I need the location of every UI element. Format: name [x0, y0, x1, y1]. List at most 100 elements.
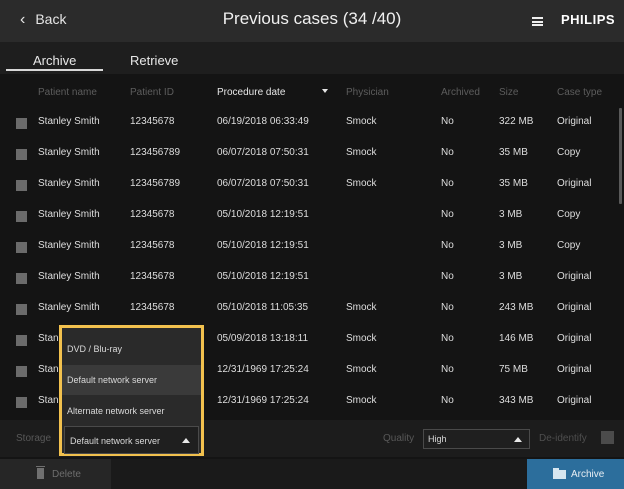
sort-descending-icon[interactable] — [322, 89, 328, 93]
cell-physician: Smock — [346, 364, 377, 375]
storage-option-dvd[interactable]: DVD / Blu-ray — [62, 334, 201, 364]
table-row[interactable]: Stanley Smith 123456789 06/07/2018 07:50:3… — [0, 170, 624, 201]
cell-case-type: Original — [557, 178, 592, 189]
row-checkbox[interactable] — [16, 335, 27, 346]
row-checkbox[interactable] — [16, 397, 27, 408]
cell-physician: Smock — [346, 178, 377, 189]
cell-physician: Smock — [346, 147, 377, 158]
cell-archived: No — [441, 302, 454, 313]
row-checkbox[interactable] — [16, 149, 27, 160]
cell-archived: No — [441, 178, 454, 189]
table-row[interactable]: Stanley Smith 12345678 06/19/2018 06:33:49… — [0, 108, 624, 139]
storage-dropdown: DVD / Blu-ray Default network server Alt… — [59, 325, 204, 456]
deidentify-checkbox[interactable] — [601, 431, 614, 444]
cell-patient-name: Stanley Smith — [38, 271, 100, 282]
folder-icon — [553, 468, 566, 479]
cell-size: 3 MB — [499, 271, 523, 282]
column-patient-id[interactable]: Patient ID — [130, 87, 174, 98]
cell-procedure-date: 05/10/2018 11:05:35 — [217, 302, 309, 313]
table-scrollbar[interactable] — [619, 108, 622, 204]
quality-label: Quality — [383, 433, 415, 444]
storage-select[interactable]: Default network server — [64, 426, 199, 454]
cell-archived: No — [441, 364, 454, 375]
cell-patient-id: 12345678 — [130, 209, 175, 220]
row-checkbox[interactable] — [16, 273, 27, 284]
cell-procedure-date: 06/07/2018 07:50:31 — [217, 147, 309, 158]
cell-size: 35 MB — [499, 147, 528, 158]
cell-procedure-date: 06/19/2018 06:33:49 — [217, 116, 309, 127]
cell-case-type: Copy — [557, 240, 581, 251]
cell-case-type: Original — [557, 364, 592, 375]
column-physician[interactable]: Physician — [346, 87, 389, 98]
cell-size: 243 MB — [499, 302, 534, 313]
table-header: Patient name Patient ID Procedure date P… — [0, 78, 624, 106]
caret-up-icon — [182, 438, 190, 443]
trash-icon — [36, 466, 45, 479]
cell-size: 3 MB — [499, 209, 523, 220]
cell-patient-name: Stanley Smith — [38, 240, 100, 251]
cell-case-type: Copy — [557, 147, 581, 158]
archive-label: Archive — [571, 469, 605, 480]
cell-size: 75 MB — [499, 364, 528, 375]
cell-procedure-date: 12/31/1969 17:25:24 — [217, 395, 309, 406]
cell-patient-name: Stanley Smith — [38, 116, 100, 127]
archive-button[interactable]: Archive — [527, 459, 624, 489]
quality-select[interactable]: High — [423, 429, 530, 449]
cell-size: 322 MB — [499, 116, 534, 127]
row-checkbox[interactable] — [16, 366, 27, 377]
cell-patient-id: 12345678 — [130, 271, 175, 282]
table-row[interactable]: Stanley Smith 12345678 05/10/2018 11:05:35… — [0, 294, 624, 325]
cell-patient-name: Stanley Smith — [38, 147, 100, 158]
brand-logo: PHILIPS — [561, 12, 616, 27]
tab-archive[interactable]: Archive — [33, 53, 76, 68]
row-checkbox[interactable] — [16, 211, 27, 222]
cell-patient-id: 123456789 — [130, 147, 181, 158]
tab-bar: Archive Retrieve — [0, 42, 624, 74]
column-case-type[interactable]: Case type — [557, 87, 602, 98]
cell-procedure-date: 05/10/2018 12:19:51 — [217, 271, 309, 282]
cell-case-type: Original — [557, 271, 592, 282]
cell-patient-id: 12345678 — [130, 116, 175, 127]
cell-case-type: Original — [557, 395, 592, 406]
row-checkbox[interactable] — [16, 242, 27, 253]
cell-patient-id: 123456789 — [130, 178, 181, 189]
cell-size: 146 MB — [499, 333, 534, 344]
cell-patient-name: Stanley Smith — [38, 302, 100, 313]
cell-procedure-date: 12/31/1969 17:25:24 — [217, 364, 309, 375]
cell-procedure-date: 05/10/2018 12:19:51 — [217, 209, 309, 220]
cell-size: 3 MB — [499, 240, 523, 251]
quality-select-value: High — [428, 434, 447, 444]
cell-procedure-date: 05/10/2018 12:19:51 — [217, 240, 309, 251]
cell-patient-name: Stanley Smith — [38, 178, 100, 189]
cell-archived: No — [441, 333, 454, 344]
table-row[interactable]: Stanley Smith 12345678 05/10/2018 12:19:51… — [0, 263, 624, 294]
cell-patient-id: 12345678 — [130, 302, 175, 313]
caret-up-icon — [514, 437, 522, 442]
cell-physician: Smock — [346, 395, 377, 406]
cell-case-type: Copy — [557, 209, 581, 220]
hamburger-menu-icon[interactable] — [532, 17, 543, 26]
delete-button[interactable]: Delete — [0, 459, 111, 489]
active-tab-indicator — [6, 69, 103, 71]
cell-patient-id: 12345678 — [130, 240, 175, 251]
storage-option-alternate-network[interactable]: Alternate network server — [62, 396, 201, 426]
top-bar: ‹ Back Previous cases (34 /40) PHILIPS — [0, 0, 624, 42]
table-row[interactable]: Stanley Smith 123456789 06/07/2018 07:50:3… — [0, 139, 624, 170]
row-checkbox[interactable] — [16, 118, 27, 129]
column-size[interactable]: Size — [499, 87, 518, 98]
cell-case-type: Original — [557, 116, 592, 127]
column-archived[interactable]: Archived — [441, 87, 480, 98]
cell-size: 343 MB — [499, 395, 534, 406]
deidentify-label: De-identify — [539, 433, 587, 444]
storage-option-default-network[interactable]: Default network server — [62, 365, 201, 395]
table-row[interactable]: Stanley Smith 12345678 05/10/2018 12:19:51… — [0, 232, 624, 263]
column-patient-name[interactable]: Patient name — [38, 87, 97, 98]
column-procedure-date[interactable]: Procedure date — [217, 87, 285, 98]
cell-archived: No — [441, 147, 454, 158]
cell-archived: No — [441, 395, 454, 406]
tab-retrieve[interactable]: Retrieve — [130, 53, 178, 68]
storage-label: Storage — [16, 433, 52, 444]
row-checkbox[interactable] — [16, 180, 27, 191]
table-row[interactable]: Stanley Smith 12345678 05/10/2018 12:19:51… — [0, 201, 624, 232]
row-checkbox[interactable] — [16, 304, 27, 315]
